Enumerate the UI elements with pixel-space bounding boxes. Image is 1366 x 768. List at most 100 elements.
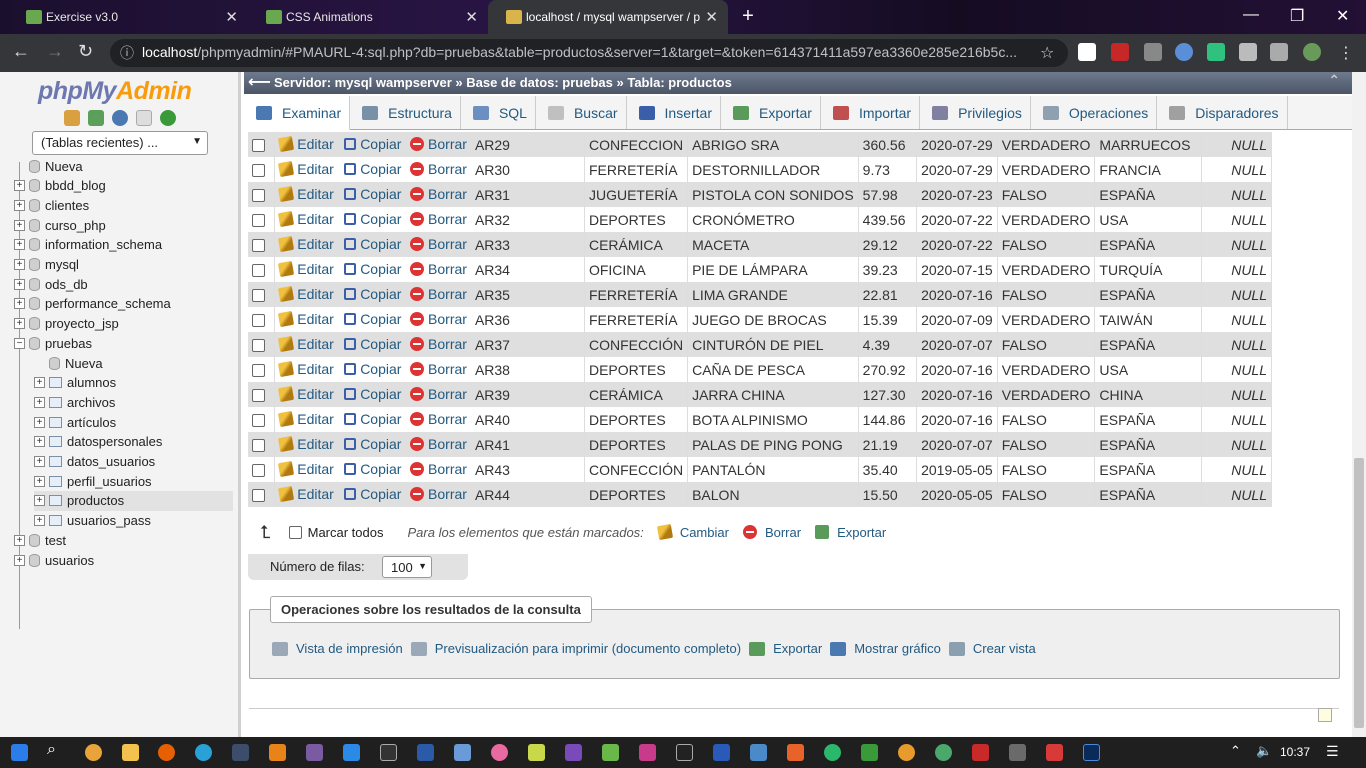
new-tab-button[interactable]: +: [737, 6, 759, 28]
edit-button[interactable]: Editar: [278, 360, 334, 377]
terminal-icon[interactable]: [380, 744, 397, 761]
edit-button[interactable]: Editar: [278, 335, 334, 352]
cell-imported[interactable]: FALSO: [997, 182, 1096, 207]
app-icon[interactable]: [861, 744, 878, 761]
cell-price[interactable]: 15.50: [858, 482, 918, 507]
scroll-top-icon[interactable]: ⌃: [1328, 72, 1340, 89]
filezilla-icon[interactable]: [972, 744, 989, 761]
check-all-label[interactable]: Marcar todos: [308, 525, 384, 540]
tree-item-nueva[interactable]: Nueva: [14, 156, 233, 176]
notifications-icon[interactable]: ☰: [1326, 743, 1339, 760]
cell-notes[interactable]: NULL: [1201, 407, 1273, 432]
cell-price[interactable]: 360.56: [858, 132, 918, 157]
vscode-icon[interactable]: [343, 744, 360, 761]
cell-imported[interactable]: VERDADERO: [997, 382, 1096, 407]
windows-start-icon[interactable]: [11, 744, 28, 761]
edit-button[interactable]: Editar: [278, 460, 334, 477]
docs-icon[interactable]: [136, 110, 152, 126]
cell-category[interactable]: DEPORTES: [584, 207, 689, 232]
cell-country[interactable]: ESPAÑA: [1094, 182, 1202, 207]
cell-imported[interactable]: VERDADERO: [997, 132, 1096, 157]
cell-id[interactable]: AR34: [470, 257, 585, 282]
expand-icon[interactable]: +: [14, 239, 25, 251]
android-studio-icon[interactable]: [602, 744, 619, 761]
edit-button[interactable]: Editar: [278, 135, 334, 152]
recent-tables-select[interactable]: (Tablas recientes) ... ▼: [32, 131, 208, 155]
cell-notes[interactable]: NULL: [1201, 207, 1273, 232]
cell-date[interactable]: 2020-07-16: [916, 357, 998, 382]
edit-button[interactable]: Editar: [278, 285, 334, 302]
app-icon[interactable]: [454, 744, 471, 761]
close-icon[interactable]: ✕: [225, 8, 238, 26]
cell-price[interactable]: 35.40: [858, 457, 918, 482]
cell-imported[interactable]: VERDADERO: [997, 357, 1096, 382]
chrome-icon[interactable]: [85, 744, 102, 761]
cell-imported[interactable]: FALSO: [997, 232, 1096, 257]
notepad-icon[interactable]: [528, 744, 545, 761]
cell-name[interactable]: BALON: [687, 482, 859, 507]
copy-button[interactable]: Copiar: [344, 286, 401, 302]
tree-item-archivos[interactable]: + archivos: [34, 392, 233, 412]
row-checkbox[interactable]: [252, 389, 265, 403]
cell-country[interactable]: ESPAÑA: [1094, 432, 1202, 457]
cell-name[interactable]: BOTA ALPINISMO: [687, 407, 859, 432]
tray-chevron-icon[interactable]: ⌃: [1230, 743, 1241, 759]
cell-date[interactable]: 2020-07-29: [916, 157, 998, 182]
cell-country[interactable]: ESPAÑA: [1094, 282, 1202, 307]
cell-imported[interactable]: FALSO: [997, 432, 1096, 457]
tree-item-datospersonales[interactable]: + datospersonales: [34, 432, 233, 452]
cell-date[interactable]: 2020-07-09: [916, 307, 998, 332]
taskbar-clock[interactable]: 10:37: [1280, 745, 1310, 759]
cell-price[interactable]: 127.30: [858, 382, 918, 407]
cell-notes[interactable]: NULL: [1201, 357, 1273, 382]
show-chart-link[interactable]: Mostrar gráfico: [830, 641, 941, 656]
close-icon[interactable]: ✕: [705, 8, 718, 26]
expand-icon[interactable]: +: [14, 318, 25, 330]
expand-icon[interactable]: +: [34, 396, 45, 408]
expand-icon[interactable]: +: [14, 298, 25, 310]
copy-button[interactable]: Copiar: [344, 461, 401, 477]
delete-button[interactable]: Borrar: [410, 161, 467, 177]
app-icon[interactable]: [1046, 744, 1063, 761]
cell-date[interactable]: 2020-07-16: [916, 382, 998, 407]
expand-icon[interactable]: +: [14, 219, 25, 231]
profile-avatar[interactable]: [1303, 43, 1321, 61]
cell-category[interactable]: DEPORTES: [584, 482, 689, 507]
cell-id[interactable]: AR41: [470, 432, 585, 457]
cell-category[interactable]: FERRETERÍA: [584, 307, 689, 332]
puzzle-icon[interactable]: [1239, 43, 1257, 61]
tab-privilegios[interactable]: Privilegios: [920, 96, 1031, 129]
expand-icon[interactable]: +: [34, 436, 45, 448]
export-link[interactable]: Exportar: [749, 641, 822, 656]
cell-country[interactable]: USA: [1094, 357, 1202, 382]
tab-sql[interactable]: SQL: [461, 96, 536, 129]
forward-arrow-icon[interactable]: →: [46, 41, 64, 62]
cell-notes[interactable]: NULL: [1201, 457, 1273, 482]
cell-category[interactable]: FERRETERÍA: [584, 157, 689, 182]
collapse-icon[interactable]: −: [14, 337, 25, 349]
cell-name[interactable]: PANTALÓN: [687, 457, 859, 482]
cell-date[interactable]: 2020-07-16: [916, 407, 998, 432]
expand-icon[interactable]: +: [34, 377, 45, 389]
cell-name[interactable]: PIE DE LÁMPARA: [687, 257, 859, 282]
cell-category[interactable]: CONFECCIÓN: [584, 457, 689, 482]
cell-name[interactable]: ABRIGO SRA: [687, 132, 859, 157]
cell-date[interactable]: 2020-07-29: [916, 132, 998, 157]
intellij-icon[interactable]: [676, 744, 693, 761]
cell-date[interactable]: 2020-07-22: [916, 207, 998, 232]
cell-country[interactable]: TURQUÍA: [1094, 257, 1202, 282]
bulk-delete-button[interactable]: Borrar: [742, 525, 801, 540]
app-icon[interactable]: [1009, 744, 1026, 761]
tab-exportar[interactable]: Exportar: [721, 96, 821, 129]
tree-item-productos[interactable]: + productos: [34, 490, 233, 511]
edit-button[interactable]: Editar: [278, 160, 334, 177]
file-explorer-icon[interactable]: [122, 744, 139, 761]
cell-country[interactable]: ESPAÑA: [1094, 332, 1202, 357]
row-checkbox[interactable]: [252, 439, 265, 453]
cell-notes[interactable]: NULL: [1201, 307, 1273, 332]
xampp-icon[interactable]: [787, 744, 804, 761]
cell-country[interactable]: ESPAÑA: [1094, 482, 1202, 507]
extension-icon[interactable]: [1207, 43, 1225, 61]
cell-date[interactable]: 2020-07-15: [916, 257, 998, 282]
firefox-icon[interactable]: [158, 744, 175, 761]
